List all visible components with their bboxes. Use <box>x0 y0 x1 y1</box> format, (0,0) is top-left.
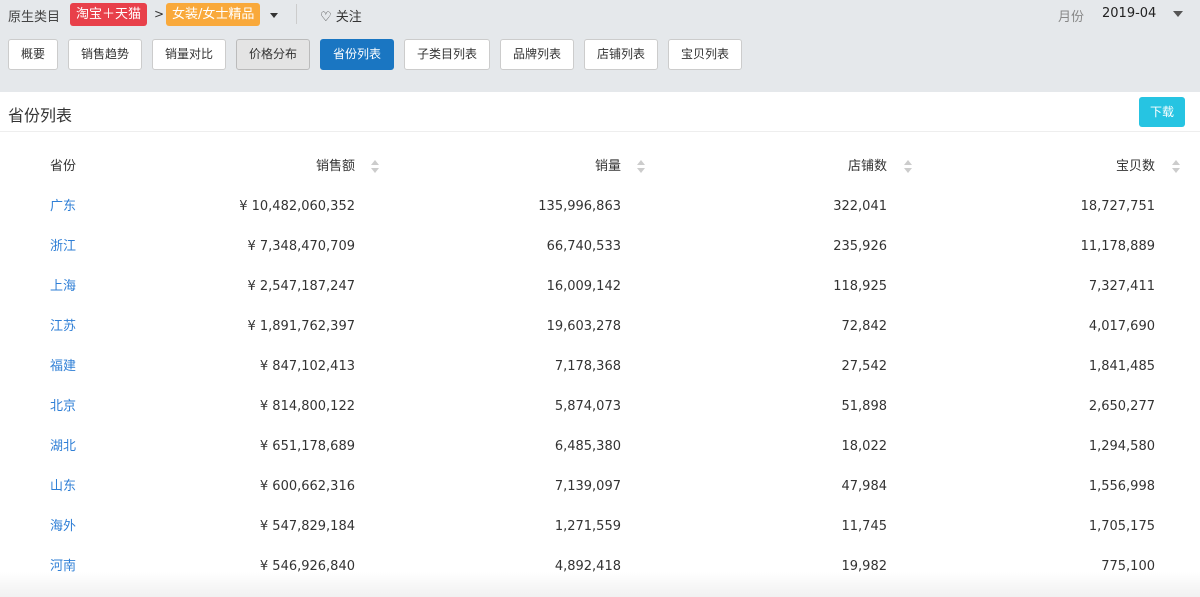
volume-cell: 5,874,073 <box>554 399 621 414</box>
table-row: 上海 ¥ 2,547,187,247 16,009,142 118,925 7,327,… <box>0 267 1200 307</box>
month-select[interactable]: 2019-04 <box>1102 6 1156 21</box>
panel-title: 省份列表 <box>8 106 73 125</box>
sales-cell: ¥ 651,178,689 <box>259 439 355 454</box>
tab-brand-list[interactable]: 品牌列表 <box>500 39 574 70</box>
items-cell: 1,294,580 <box>1088 439 1155 454</box>
province-link[interactable]: 福建 <box>50 347 76 387</box>
column-header-volume[interactable]: 销量 <box>595 147 621 187</box>
volume-cell: 19,603,278 <box>546 319 621 334</box>
tab-price-distribution[interactable]: 价格分布 <box>236 39 310 70</box>
sales-cell: ¥ 547,829,184 <box>259 519 355 534</box>
volume-cell: 7,139,097 <box>554 479 621 494</box>
sales-cell: ¥ 7,348,470,709 <box>247 239 355 254</box>
divider <box>0 131 1200 132</box>
tab-overview[interactable]: 概要 <box>8 39 58 70</box>
province-link[interactable]: 海外 <box>50 507 76 547</box>
sales-cell: ¥ 600,662,316 <box>259 479 355 494</box>
volume-cell: 135,996,863 <box>538 199 621 214</box>
province-link[interactable]: 北京 <box>50 387 76 427</box>
tab-province-list[interactable]: 省份列表 <box>320 39 394 70</box>
volume-cell: 66,740,533 <box>546 239 621 254</box>
table-row: 福建 ¥ 847,102,413 7,178,368 27,542 1,841,485 <box>0 347 1200 387</box>
items-cell: 7,327,411 <box>1088 279 1155 294</box>
breadcrumb-separator: > <box>154 7 165 21</box>
items-cell: 1,705,175 <box>1088 519 1155 534</box>
table-row: 山东 ¥ 600,662,316 7,139,097 47,984 1,556,998 <box>0 467 1200 507</box>
shops-cell: 47,984 <box>841 479 888 494</box>
sales-cell: ¥ 847,102,413 <box>259 359 355 374</box>
table-row: 湖北 ¥ 651,178,689 6,485,380 18,022 1,294,580 <box>0 427 1200 467</box>
items-cell: 4,017,690 <box>1088 319 1155 334</box>
category-dropdown-icon[interactable] <box>270 13 278 18</box>
shops-cell: 322,041 <box>833 199 887 214</box>
province-link[interactable]: 山东 <box>50 467 76 507</box>
chevron-down-icon[interactable] <box>1173 11 1183 17</box>
divider <box>296 4 297 24</box>
table-row: 广东 ¥ 10,482,060,352 135,996,863 322,041 18,7… <box>0 187 1200 227</box>
category-tag[interactable]: 女装/女士精品 <box>166 3 261 26</box>
items-cell: 1,556,998 <box>1088 479 1155 494</box>
table-row: 江苏 ¥ 1,891,762,397 19,603,278 72,842 4,017,6… <box>0 307 1200 347</box>
shops-cell: 27,542 <box>841 359 888 374</box>
sort-icon[interactable] <box>637 160 645 174</box>
tab-volume-compare[interactable]: 销量对比 <box>152 39 226 70</box>
table-row: 海外 ¥ 547,829,184 1,271,559 11,745 1,705,175 <box>0 507 1200 547</box>
items-cell: 11,178,889 <box>1080 239 1155 254</box>
column-header-items[interactable]: 宝贝数 <box>1116 147 1155 187</box>
shops-cell: 118,925 <box>833 279 887 294</box>
tab-sales-trend[interactable]: 销售趋势 <box>68 39 142 70</box>
volume-cell: 6,485,380 <box>554 439 621 454</box>
column-header-shops[interactable]: 店铺数 <box>848 147 887 187</box>
tab-subcategory-list[interactable]: 子类目列表 <box>404 39 490 70</box>
column-header-sales[interactable]: 销售额 <box>316 147 355 187</box>
platform-tag[interactable]: 淘宝＋天猫 <box>70 3 148 26</box>
table-row: 北京 ¥ 814,800,122 5,874,073 51,898 2,650,277 <box>0 387 1200 427</box>
sales-cell: ¥ 2,547,187,247 <box>247 279 355 294</box>
province-link[interactable]: 广东 <box>50 187 76 227</box>
tab-item-list[interactable]: 宝贝列表 <box>668 39 742 70</box>
items-cell: 18,727,751 <box>1080 199 1155 214</box>
table-header: 省份 销售额 销量 店铺数 宝贝数 <box>0 147 1200 187</box>
sort-icon[interactable] <box>371 160 379 174</box>
column-header-province: 省份 <box>50 159 77 174</box>
shops-cell: 18,022 <box>841 439 888 454</box>
volume-cell: 1,271,559 <box>554 519 621 534</box>
table-row: 浙江 ¥ 7,348,470,709 66,740,533 235,926 11,178… <box>0 227 1200 267</box>
volume-cell: 16,009,142 <box>546 279 621 294</box>
follow-button[interactable]: ♡ 关注 <box>320 6 362 25</box>
items-cell: 2,650,277 <box>1088 399 1155 414</box>
province-link[interactable]: 浙江 <box>50 227 76 267</box>
shops-cell: 72,842 <box>841 319 888 334</box>
category-label: 原生类目 <box>8 10 61 25</box>
month-label: 月份 <box>1058 10 1085 25</box>
sales-cell: ¥ 1,891,762,397 <box>247 319 355 334</box>
shops-cell: 11,745 <box>841 519 888 534</box>
shops-cell: 51,898 <box>841 399 888 414</box>
sales-cell: ¥ 814,800,122 <box>259 399 355 414</box>
sort-icon[interactable] <box>1172 160 1180 174</box>
tab-shop-list[interactable]: 店铺列表 <box>584 39 658 70</box>
province-link[interactable]: 江苏 <box>50 307 76 347</box>
scroll-fade <box>0 572 1200 597</box>
download-button[interactable]: 下载 <box>1139 97 1185 127</box>
province-link[interactable]: 湖北 <box>50 427 76 467</box>
province-link[interactable]: 上海 <box>50 267 76 307</box>
volume-cell: 7,178,368 <box>554 359 621 374</box>
sales-cell: ¥ 10,482,060,352 <box>239 199 355 214</box>
sort-icon[interactable] <box>904 160 912 174</box>
shops-cell: 235,926 <box>833 239 887 254</box>
items-cell: 1,841,485 <box>1088 359 1155 374</box>
